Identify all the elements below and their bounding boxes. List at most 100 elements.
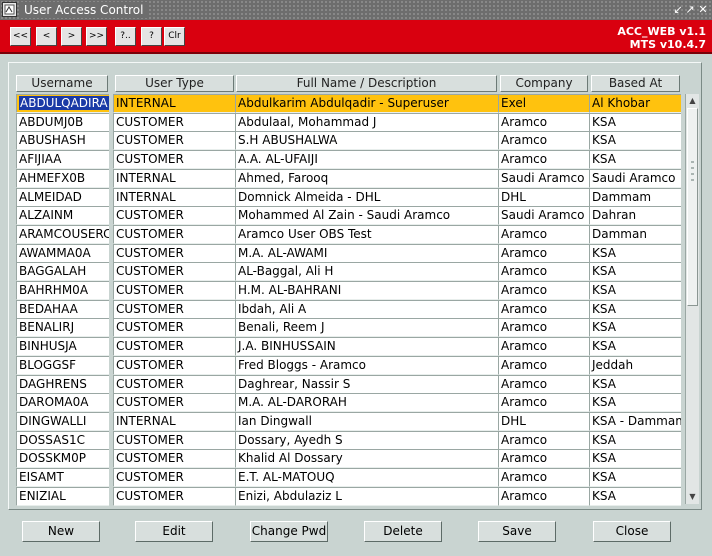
- table-row[interactable]: DAGHRENS CUSTOMER Daghrear, Nassir S Aramco…: [0, 374, 712, 394]
- cell-based-at[interactable]: KSA: [589, 430, 681, 450]
- cell-username[interactable]: BINHUSJA: [16, 337, 109, 357]
- cell-full-name[interactable]: M.A. AL-DARORAH: [235, 393, 498, 413]
- table-row[interactable]: AFIJIAA CUSTOMER A.A. AL-UFAIJI Aramco KSA: [0, 150, 712, 170]
- cell-company[interactable]: Aramco: [498, 468, 589, 487]
- cell-username[interactable]: ALZAINM: [16, 206, 109, 226]
- cell-full-name[interactable]: Khalid Al Dossary: [235, 449, 498, 469]
- cell-user-type[interactable]: CUSTOMER: [113, 486, 235, 506]
- cell-user-type[interactable]: CUSTOMER: [113, 262, 235, 282]
- table-row[interactable]: ARAMCOUSERC CUSTOMER Aramco User OBS Test A…: [0, 224, 712, 244]
- cell-username[interactable]: DOSSKM0P: [16, 449, 109, 469]
- cell-username[interactable]: ABDULQADIRA: [16, 94, 109, 113]
- cell-full-name[interactable]: Benali, Reem J: [235, 318, 498, 338]
- cell-based-at[interactable]: Jeddah: [589, 355, 681, 375]
- cell-user-type[interactable]: INTERNAL: [113, 187, 235, 207]
- cell-based-at[interactable]: KSA: [589, 374, 681, 394]
- cell-full-name[interactable]: S.H ABUSHALWA: [235, 131, 498, 151]
- table-row[interactable]: AHMEFX0B INTERNAL Ahmed, Farooq Saudi Aramc…: [0, 168, 712, 188]
- column-header-user-type[interactable]: User Type: [115, 75, 234, 92]
- cell-full-name[interactable]: Ibdah, Ali A: [235, 299, 498, 319]
- cell-full-name[interactable]: Enizi, Abdulaziz L: [235, 486, 498, 506]
- cell-company[interactable]: Aramco: [498, 486, 589, 506]
- cell-based-at[interactable]: KSA: [589, 337, 681, 357]
- cell-company[interactable]: DHL: [498, 411, 589, 431]
- cell-full-name[interactable]: Fred Bloggs - Aramco: [235, 355, 498, 375]
- cell-username[interactable]: BLOGGSF: [16, 355, 109, 375]
- table-row[interactable]: BENALIRJ CUSTOMER Benali, Reem J Aramco KSA: [0, 318, 712, 338]
- table-row[interactable]: ABDULQADIRA INTERNAL Abdulkarim Abdulqadir…: [0, 94, 712, 113]
- table-row[interactable]: ABDUMJ0B CUSTOMER Abdulaal, Mohammad J Aram…: [0, 112, 712, 132]
- cell-user-type[interactable]: INTERNAL: [113, 94, 235, 113]
- cell-username[interactable]: BAHRHM0A: [16, 281, 109, 300]
- cell-user-type[interactable]: INTERNAL: [113, 168, 235, 188]
- table-row[interactable]: EISAMT CUSTOMER E.T. AL-MATOUQ Aramco KSA: [0, 468, 712, 487]
- cell-username[interactable]: ARAMCOUSERC: [16, 224, 109, 244]
- cell-user-type[interactable]: INTERNAL: [113, 411, 235, 431]
- next-record-button[interactable]: >: [61, 27, 82, 46]
- cell-user-type[interactable]: CUSTOMER: [113, 374, 235, 394]
- minimize-icon[interactable]: ↙: [672, 3, 684, 16]
- cell-company[interactable]: Saudi Aramco: [498, 168, 589, 188]
- cell-full-name[interactable]: Ian Dingwall: [235, 411, 498, 431]
- table-row[interactable]: BLOGGSF CUSTOMER Fred Bloggs - Aramco Aramc…: [0, 355, 712, 375]
- cell-based-at[interactable]: Al Khobar: [589, 94, 681, 113]
- cell-full-name[interactable]: E.T. AL-MATOUQ: [235, 468, 498, 487]
- table-row[interactable]: AWAMMA0A CUSTOMER M.A. AL-AWAMI Aramco KSA: [0, 243, 712, 263]
- cell-based-at[interactable]: KSA: [589, 468, 681, 487]
- column-header-full-name[interactable]: Full Name / Description: [236, 75, 497, 92]
- cell-username[interactable]: ALMEIDAD: [16, 187, 109, 207]
- cell-user-type[interactable]: CUSTOMER: [113, 337, 235, 357]
- table-row[interactable]: BINHUSJA CUSTOMER J.A. BINHUSSAIN Aramco KSA: [0, 337, 712, 357]
- clear-button[interactable]: Clr: [164, 27, 185, 46]
- cell-username[interactable]: DOSSAS1C: [16, 430, 109, 450]
- table-row[interactable]: BAGGALAH CUSTOMER AL-Baggal, Ali H Aramco KS…: [0, 262, 712, 282]
- cell-company[interactable]: Aramco: [498, 299, 589, 319]
- cell-username[interactable]: EISAMT: [16, 468, 109, 487]
- cell-company[interactable]: Aramco: [498, 243, 589, 263]
- cell-company[interactable]: Aramco: [498, 449, 589, 469]
- cell-company[interactable]: Aramco: [498, 112, 589, 132]
- cell-user-type[interactable]: CUSTOMER: [113, 393, 235, 413]
- cell-full-name[interactable]: Domnick Almeida - DHL: [235, 187, 498, 207]
- delete-button[interactable]: Delete: [364, 521, 442, 542]
- cell-based-at[interactable]: KSA: [589, 393, 681, 413]
- cell-based-at[interactable]: KSA: [589, 243, 681, 263]
- cell-based-at[interactable]: KSA: [589, 318, 681, 338]
- cell-based-at[interactable]: KSA: [589, 449, 681, 469]
- table-row[interactable]: DOSSKM0P CUSTOMER Khalid Al Dossary Aramco K…: [0, 449, 712, 469]
- edit-button[interactable]: Edit: [135, 521, 213, 542]
- cell-based-at[interactable]: KSA: [589, 281, 681, 300]
- cell-username[interactable]: ABDUMJ0B: [16, 112, 109, 132]
- cell-username[interactable]: ENIZIAL: [16, 486, 109, 506]
- cell-username[interactable]: BEDAHAA: [16, 299, 109, 319]
- cell-based-at[interactable]: Saudi Aramco: [589, 168, 681, 188]
- table-row[interactable]: ABUSHASH CUSTOMER S.H ABUSHALWA Aramco KSA: [0, 131, 712, 151]
- scroll-down-icon[interactable]: ▼: [686, 490, 699, 503]
- cell-company[interactable]: Aramco: [498, 430, 589, 450]
- cell-username[interactable]: DINGWALLI: [16, 411, 109, 431]
- table-row[interactable]: DINGWALLI INTERNAL Ian Dingwall DHL KSA - Da…: [0, 411, 712, 431]
- cell-user-type[interactable]: CUSTOMER: [113, 206, 235, 226]
- cell-username[interactable]: DAROMA0A: [16, 393, 109, 413]
- cell-user-type[interactable]: CUSTOMER: [113, 112, 235, 132]
- last-record-button[interactable]: >>: [86, 27, 107, 46]
- cell-username[interactable]: AFIJIAA: [16, 150, 109, 170]
- cell-based-at[interactable]: Dahran: [589, 206, 681, 226]
- cell-based-at[interactable]: KSA: [589, 150, 681, 170]
- cell-username[interactable]: ABUSHASH: [16, 131, 109, 151]
- cell-company[interactable]: Aramco: [498, 150, 589, 170]
- table-row[interactable]: DAROMA0A CUSTOMER M.A. AL-DARORAH Aramco KSA: [0, 393, 712, 413]
- table-row[interactable]: BEDAHAA CUSTOMER Ibdah, Ali A Aramco KSA: [0, 299, 712, 319]
- column-header-based-at[interactable]: Based At: [591, 75, 680, 92]
- cell-full-name[interactable]: Mohammed Al Zain - Saudi Aramco: [235, 206, 498, 226]
- cell-company[interactable]: Exel: [498, 94, 589, 113]
- table-row[interactable]: DOSSAS1C CUSTOMER Dossary, Ayedh S Aramco KS…: [0, 430, 712, 450]
- cell-full-name[interactable]: J.A. BINHUSSAIN: [235, 337, 498, 357]
- cell-user-type[interactable]: CUSTOMER: [113, 430, 235, 450]
- cell-user-type[interactable]: CUSTOMER: [113, 150, 235, 170]
- cell-company[interactable]: DHL: [498, 187, 589, 207]
- cell-username[interactable]: BENALIRJ: [16, 318, 109, 338]
- cell-user-type[interactable]: CUSTOMER: [113, 131, 235, 151]
- maximize-icon[interactable]: ↗: [684, 3, 696, 16]
- cell-company[interactable]: Aramco: [498, 393, 589, 413]
